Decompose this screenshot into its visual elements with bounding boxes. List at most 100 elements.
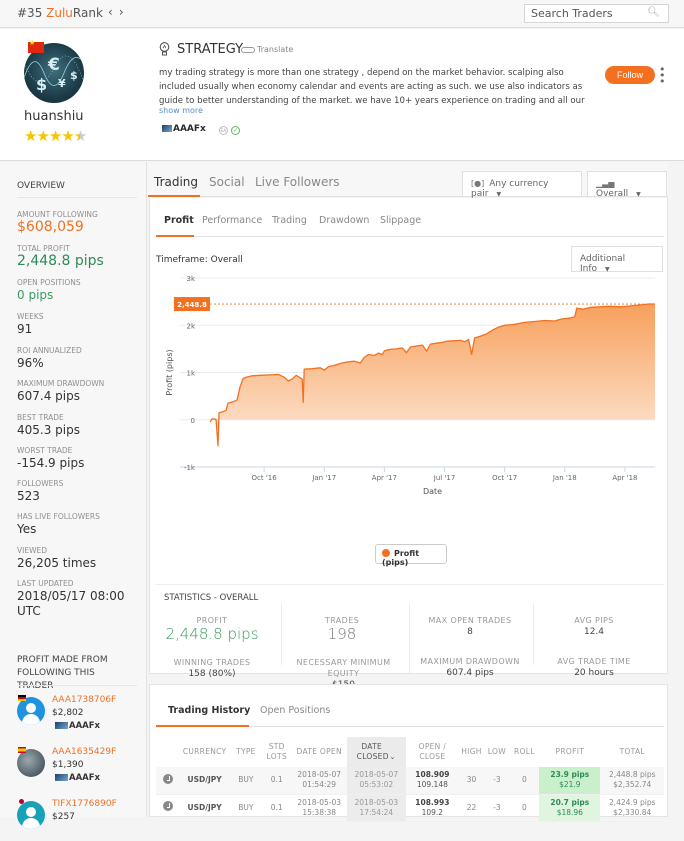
y-tick-label: 0: [191, 417, 195, 425]
stat-value: 405.3 pips: [17, 423, 80, 437]
next-trader-button[interactable]: ›: [119, 5, 130, 19]
current-profit-label: 2,448.8: [177, 301, 207, 309]
search-icon[interactable]: 🔍︎: [647, 7, 660, 18]
tab-social[interactable]: Social: [209, 175, 245, 189]
column-header-currency[interactable]: CURRENCY: [179, 737, 230, 767]
follower-avatar: [17, 749, 45, 777]
column-header-low[interactable]: LOW: [484, 737, 509, 767]
column-header-type[interactable]: TYPE: [230, 737, 262, 767]
column-header-open-close[interactable]: OPEN / CLOSE: [406, 737, 459, 767]
follower-item[interactable]: AAA1635429F $1,390 AAAFx: [17, 744, 147, 789]
broker-logo-icon: [55, 722, 68, 729]
spain-flag-icon: [18, 747, 26, 753]
clock-icon: [162, 801, 173, 811]
strategy-description: my trading strategy is more than one str…: [159, 68, 585, 106]
stat-value: -154.9 pips: [17, 456, 85, 470]
translate-button[interactable]: Translate: [241, 45, 293, 54]
column-header-date-closed[interactable]: DATE CLOSED ⌄: [346, 737, 406, 767]
subtab-drawdown[interactable]: Drawdown: [319, 215, 369, 226]
column-header-std-lots[interactable]: STD LOTS: [262, 737, 292, 767]
open-price: 108.909: [415, 770, 450, 780]
prev-trader-button[interactable]: ‹: [108, 5, 119, 19]
japan-flag-icon: [18, 799, 26, 805]
follow-button[interactable]: Follow: [605, 66, 655, 84]
currency-pair-dropdown[interactable]: [●] Any currency pair ▼: [462, 171, 582, 199]
tab-trading[interactable]: Trading: [154, 175, 198, 189]
y-tick-label: 1k: [186, 370, 195, 378]
stat-roi-annualized: ROI ANNUALIZED 96%: [17, 346, 82, 371]
overview-title: OVERVIEW: [17, 181, 65, 191]
x-tick-label: Jul '17: [433, 474, 456, 482]
statistics-title: STATISTICS - OVERALL: [164, 593, 259, 603]
follower-profit: $257: [52, 812, 75, 822]
follower-item[interactable]: TIFX1776890F $257: [17, 796, 147, 841]
column-header-high[interactable]: HIGH: [459, 737, 484, 767]
total-cell: 2,448.8 pips $2,352.74: [600, 767, 664, 795]
stat-best-trade: BEST TRADE 405.3 pips: [17, 413, 80, 438]
subtab-slippage[interactable]: Slippage: [380, 215, 421, 226]
profit-made-title: PROFIT MADE FROM FOLLOWING THIS TRADER: [17, 655, 108, 691]
table-row[interactable]: USD/JPY BUY 0.1 2018-05-07 01:54:29 2018-…: [156, 767, 664, 795]
china-flag-icon: [28, 39, 44, 53]
search-traders-input[interactable]: Search Traders 🔍︎: [524, 4, 669, 23]
tab-live-followers[interactable]: Live Followers: [255, 175, 340, 189]
column-header-status: [156, 737, 179, 767]
profit-pips: 20.7 pips: [550, 797, 590, 807]
star-icon: ★: [61, 127, 74, 145]
roll-cell: 0: [509, 767, 540, 795]
stat-value: 26,205 times: [17, 556, 97, 570]
date-closed-cell: 2018-05-07 05:53:02: [346, 767, 406, 795]
profit-chart[interactable]: 3k 2k 1k 0 -1k Oct '16 Jan '17 Apr '17 Jul '17 Oc…: [150, 268, 669, 538]
period-dropdown[interactable]: ▁▃▅Overall ▼: [587, 171, 667, 199]
star-icon: ★: [48, 127, 62, 145]
table-header-row: CURRENCY TYPE STD LOTS DATE OPEN DATE CL…: [156, 737, 664, 767]
stat-label: NECESSARY MINIMUM EQUITY: [296, 658, 391, 678]
clock-icon: [162, 773, 173, 784]
chart-panel: Profit Performance Trading Drawdown Slip…: [149, 198, 669, 690]
column-header-date-open[interactable]: DATE OPEN: [292, 737, 347, 767]
timeframe-label: Timeframe: Overall: [156, 255, 243, 265]
stat-total-profit: TOTAL PROFIT 2,448.8 pips: [17, 244, 104, 269]
open-price: 108.993: [415, 797, 450, 807]
active-tab-indicator: [156, 725, 249, 727]
date: 2018-05-07: [354, 770, 399, 780]
column-header-total[interactable]: TOTAL: [600, 737, 664, 767]
stat-value: 96%: [17, 356, 44, 370]
subtab-trading[interactable]: Trading: [272, 215, 307, 226]
stat-has-live-followers: HAS LIVE FOLLOWERS Yes: [17, 512, 100, 537]
stat-label: MAXIMUM DRAWDOWN: [17, 379, 105, 388]
date: 2018-05-03: [354, 797, 399, 807]
follower-item[interactable]: AAA1738706F $2,802 AAAFx: [17, 692, 147, 737]
trader-username: huanshiu: [24, 109, 84, 124]
strategy-title: STRATEGY: [177, 42, 244, 57]
low-cell: -3: [484, 767, 510, 795]
caret-down-icon: ▼: [636, 191, 641, 198]
subtab-performance[interactable]: Performance: [202, 215, 262, 226]
more-options-icon[interactable]: • • •: [659, 64, 666, 87]
tab-open-positions[interactable]: Open Positions: [260, 705, 330, 716]
follower-broker: AAAFx: [55, 773, 100, 783]
legend-dot-icon: [382, 549, 390, 557]
column-header-profit[interactable]: PROFIT: [539, 737, 600, 767]
follower-name[interactable]: AAA1635429F: [52, 747, 116, 757]
divider: [409, 603, 410, 673]
total-pips: 2,424.9 pips: [608, 797, 656, 807]
rank-number: #35: [17, 6, 47, 20]
broker-logo: AAAFx: [162, 124, 206, 134]
follower-name[interactable]: TIFX1776890F: [52, 799, 117, 809]
stat-value: Yes: [17, 522, 37, 536]
brand-rank: Rank: [72, 6, 103, 20]
show-more-link[interactable]: show more: [159, 106, 203, 115]
stat-label: BEST TRADE: [17, 413, 64, 422]
chart-legend-item[interactable]: Profit (pips): [375, 544, 447, 567]
divider: [156, 584, 664, 585]
stat-label: ROI ANNUALIZED: [17, 346, 82, 355]
tab-trading-history[interactable]: Trading History: [168, 705, 250, 716]
bar-chart-icon: ▁▃▅: [596, 179, 615, 188]
column-header-roll[interactable]: ROLL: [510, 737, 540, 767]
follower-name[interactable]: AAA1738706F: [52, 695, 116, 705]
subtab-profit[interactable]: Profit: [164, 215, 194, 226]
stat-value: 12.4: [583, 627, 605, 637]
stat-value: 0 pips: [17, 288, 54, 302]
stat-value: 607.4 pips: [17, 389, 80, 403]
